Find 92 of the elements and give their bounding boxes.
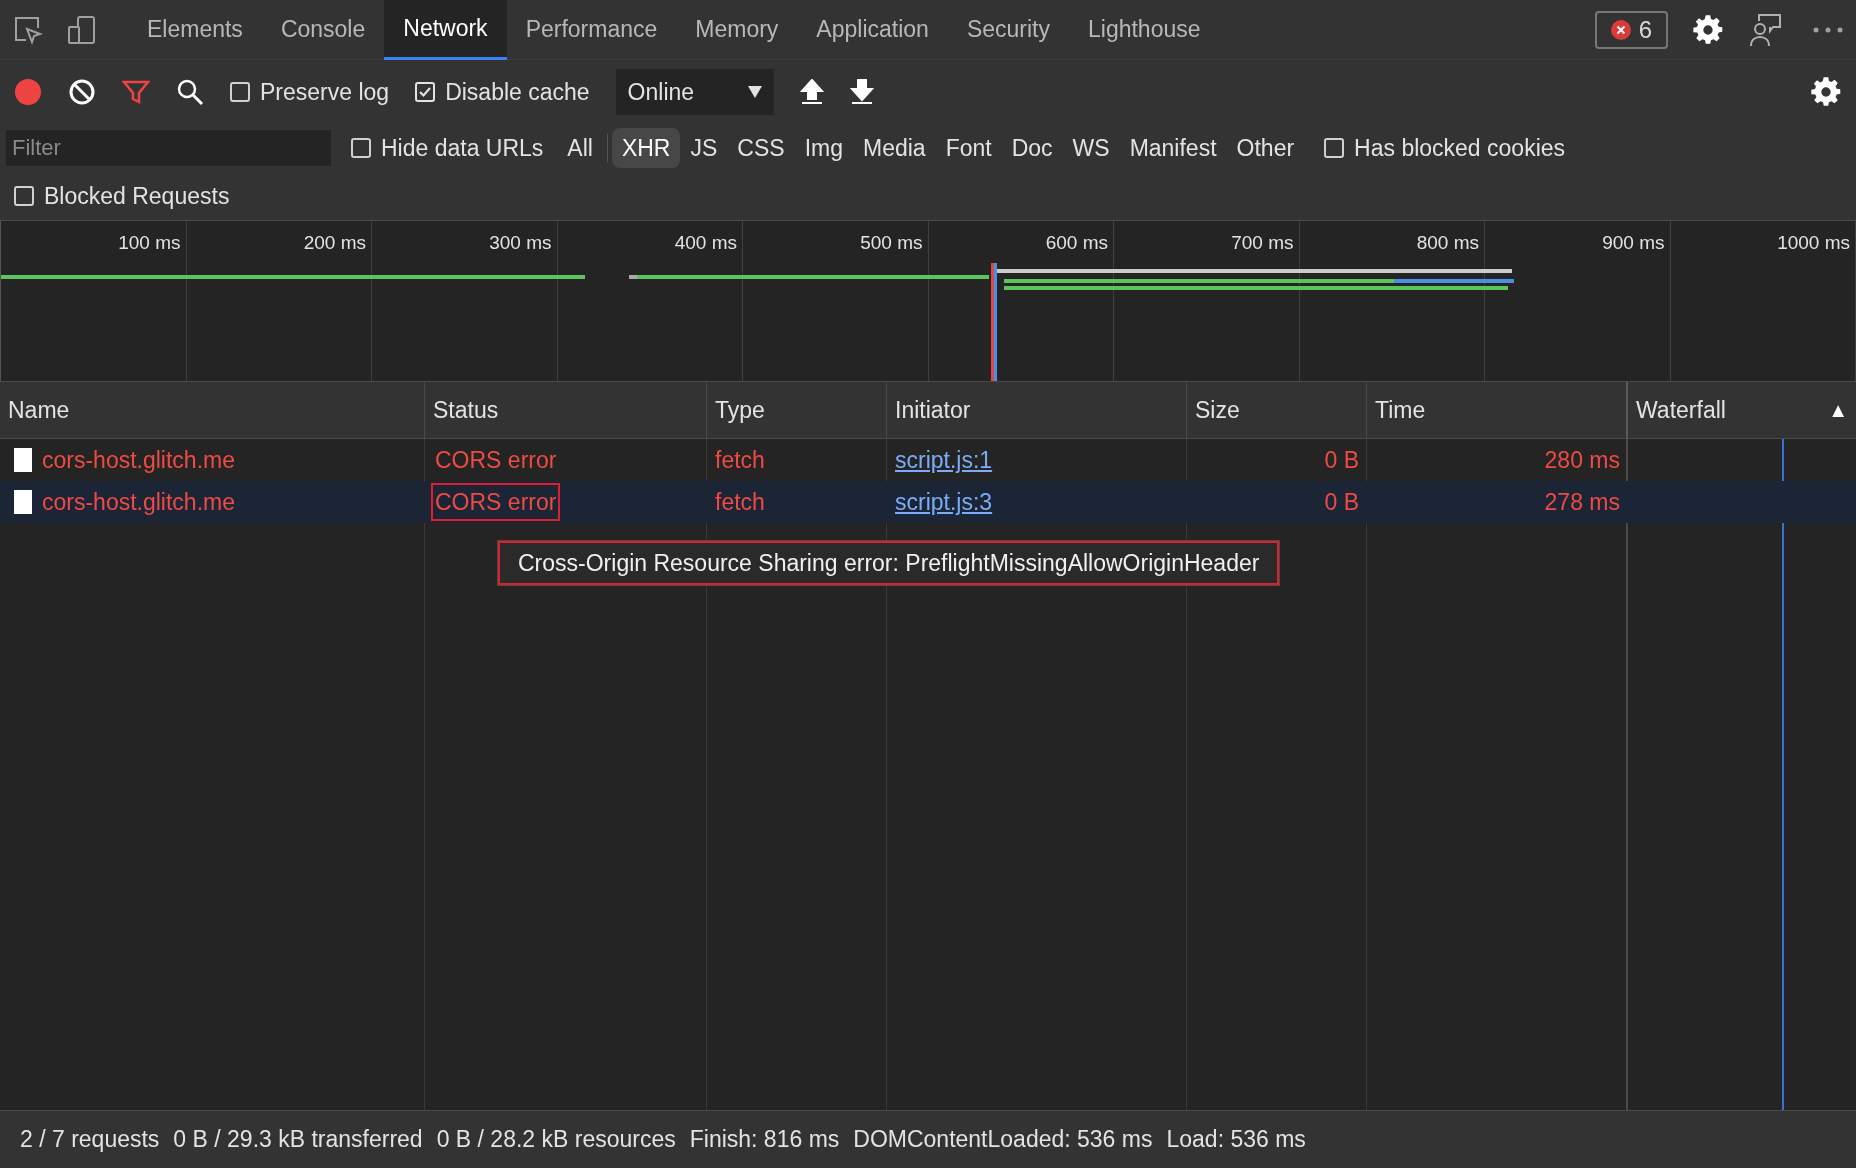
request-status: CORS error	[434, 445, 558, 475]
column-header[interactable]: Type	[715, 392, 765, 428]
status-summary-text: DOMContentLoaded: 536 ms	[853, 1125, 1153, 1155]
panel-tab[interactable]: Application	[797, 0, 948, 60]
checkbox[interactable]	[14, 186, 34, 206]
panel-tab[interactable]: Performance	[506, 0, 677, 60]
request-name: cors-host.glitch.me	[42, 445, 235, 475]
request-size: 0 B	[1324, 487, 1359, 517]
panel-tab[interactable]: Security	[947, 0, 1069, 60]
timeline-tick-label: 300 ms	[489, 231, 552, 253]
preserve-log-checkbox[interactable]: Preserve log	[230, 74, 390, 110]
feedback-icon[interactable]	[1748, 12, 1782, 47]
checkmark-icon	[418, 85, 433, 99]
request-name: cors-host.glitch.me	[42, 487, 235, 517]
request-type: fetch	[715, 446, 765, 473]
filter-input[interactable]: Filter	[6, 130, 331, 166]
timeline-tick-label: 500 ms	[860, 231, 923, 253]
resource-type-filter[interactable]: All	[557, 128, 603, 168]
panel-tab[interactable]: Console	[261, 0, 385, 60]
has-blocked-cookies-checkbox[interactable]: Has blocked cookies	[1324, 130, 1566, 166]
panel-tab[interactable]: Lighthouse	[1069, 0, 1220, 60]
resource-type-filter[interactable]: JS	[680, 128, 728, 168]
resource-type-filter[interactable]: Manifest	[1119, 128, 1227, 168]
timeline-tick-label: 800 ms	[1416, 231, 1479, 253]
checkbox[interactable]	[230, 82, 250, 102]
error-icon	[1610, 19, 1631, 40]
timeline-tick-label: 700 ms	[1231, 231, 1294, 253]
status-summary-text: 2 / 7 requests	[20, 1125, 160, 1155]
request-type: fetch	[715, 488, 765, 515]
timeline-tick-label: 900 ms	[1602, 231, 1665, 253]
document-icon	[14, 448, 32, 472]
tooltip: Cross-Origin Resource Sharing error: PreflightMissingAllowOriginHeader	[498, 541, 1280, 585]
column-header[interactable]: Time	[1375, 392, 1426, 428]
checkbox[interactable]	[1324, 138, 1345, 158]
timeline-tick-label: 400 ms	[674, 231, 737, 253]
throttling-dropdown[interactable]: Online	[615, 69, 774, 115]
checkbox-label: Disable cache	[445, 77, 590, 107]
timeline-tick-label: 100 ms	[118, 231, 181, 253]
settings-icon[interactable]	[1810, 76, 1842, 108]
checkbox-label: Hide data URLs	[381, 133, 544, 163]
upload-icon[interactable]	[799, 79, 824, 105]
resource-type-filter[interactable]: Other	[1226, 128, 1305, 168]
error-count-badge[interactable]: 6	[1594, 10, 1668, 49]
panel-tab[interactable]: Memory	[676, 0, 798, 60]
checkbox[interactable]	[351, 138, 371, 158]
search-icon[interactable]	[176, 78, 204, 106]
request-status: CORS error	[431, 482, 561, 522]
checkbox-label: Preserve log	[260, 77, 390, 107]
column-header[interactable]: Initiator	[895, 392, 971, 428]
request-time: 280 ms	[1544, 445, 1620, 475]
settings-icon[interactable]	[1692, 13, 1724, 46]
column-header[interactable]: Status	[433, 392, 499, 428]
column-header[interactable]: Size	[1195, 392, 1240, 428]
request-time: 278 ms	[1544, 487, 1620, 517]
timeline-tick-label: 200 ms	[303, 231, 366, 253]
resource-type-filter[interactable]: WS	[1062, 128, 1120, 168]
resource-type-filter[interactable]: CSS	[727, 128, 795, 168]
resource-type-filter[interactable]: Font	[935, 128, 1002, 168]
request-row[interactable]: cors-host.glitch.me CORS error fetch script.js:3 0 B 278 ms	[0, 481, 1856, 523]
document-icon	[14, 490, 32, 514]
checkbox[interactable]	[415, 82, 436, 102]
download-icon[interactable]	[849, 79, 874, 105]
timeline-tick-label: 600 ms	[1045, 231, 1108, 253]
status-summary-text: 0 B / 29.3 kB transferred	[173, 1125, 423, 1155]
timeline-tick-label: 1000 ms	[1777, 231, 1850, 253]
resource-type-filter[interactable]: XHR	[611, 128, 681, 168]
resource-type-filter[interactable]: Img	[794, 128, 853, 168]
clear-icon[interactable]	[68, 78, 96, 106]
sort-indicator[interactable]: ▲	[1828, 395, 1848, 425]
panel-tab[interactable]: Network	[384, 0, 507, 60]
blocked-requests-checkbox[interactable]: Blocked Requests	[14, 178, 230, 214]
record-stop-icon[interactable]	[14, 78, 42, 106]
resource-type-filter[interactable]: Media	[852, 128, 936, 168]
status-summary-text: Load: 536 ms	[1166, 1125, 1306, 1155]
status-summary-text: 0 B / 28.2 kB resources	[436, 1125, 676, 1155]
disable-cache-checkbox[interactable]: Disable cache	[415, 74, 590, 110]
column-header[interactable]: Name	[8, 392, 70, 428]
panel-tab[interactable]: Elements	[128, 0, 262, 60]
checkbox-label: Blocked Requests	[44, 181, 230, 211]
initiator-link[interactable]: script.js:3	[895, 488, 993, 515]
filter-icon[interactable]	[122, 78, 150, 106]
initiator-link[interactable]: script.js:1	[895, 446, 993, 473]
more-options-icon[interactable]	[1812, 25, 1844, 34]
checkbox-label: Has blocked cookies	[1354, 133, 1566, 163]
resource-type-filter[interactable]: Doc	[1001, 128, 1063, 168]
column-header[interactable]: Waterfall	[1636, 392, 1726, 428]
dropdown-caret-icon	[747, 86, 762, 98]
hide-data-urls-checkbox[interactable]: Hide data URLs	[351, 130, 544, 166]
request-row[interactable]: cors-host.glitch.me CORS error fetch script.js:1 0 B 280 ms	[0, 439, 1856, 481]
request-size: 0 B	[1324, 445, 1359, 475]
device-toolbar-icon[interactable]	[66, 13, 98, 46]
status-summary-text: Finish: 816 ms	[689, 1125, 840, 1155]
